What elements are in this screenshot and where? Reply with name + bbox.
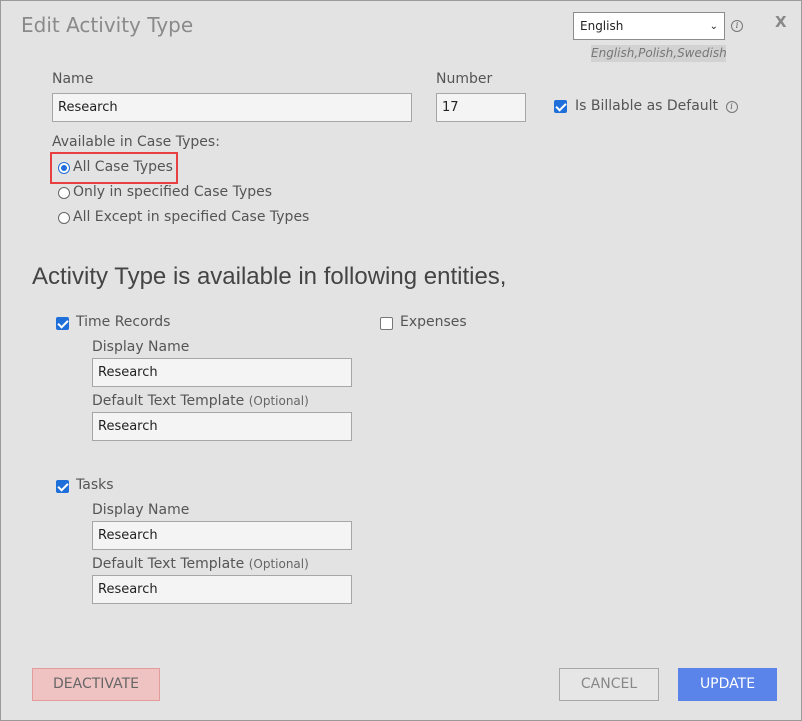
time-records-display-name-label: Display Name bbox=[92, 339, 190, 355]
time-records-template-label: Default Text Template (Optional) bbox=[92, 393, 309, 409]
billable-label: Is Billable as Default i bbox=[575, 98, 738, 114]
time-records-display-name-input[interactable] bbox=[92, 358, 352, 387]
case-types-label: Available in Case Types: bbox=[52, 134, 220, 150]
radio-only-specified-label[interactable]: Only in specified Case Types bbox=[73, 184, 272, 200]
name-input[interactable] bbox=[52, 93, 412, 122]
language-select[interactable]: English ⌄ bbox=[573, 12, 725, 40]
cancel-button[interactable]: CANCEL bbox=[559, 668, 659, 701]
tasks-template-input[interactable] bbox=[92, 575, 352, 604]
time-records-template-input[interactable] bbox=[92, 412, 352, 441]
close-button[interactable]: X bbox=[775, 13, 787, 31]
expenses-label: Expenses bbox=[400, 314, 467, 330]
language-info-icon[interactable]: i bbox=[731, 20, 743, 32]
tasks-template-label-text: Default Text Template bbox=[92, 556, 245, 572]
radio-only-specified[interactable] bbox=[58, 187, 70, 199]
deactivate-button[interactable]: DEACTIVATE bbox=[32, 668, 160, 701]
chevron-down-icon: ⌄ bbox=[709, 20, 718, 32]
tasks-checkbox[interactable] bbox=[56, 480, 69, 493]
number-label: Number bbox=[436, 71, 493, 87]
tasks-optional-text: (Optional) bbox=[248, 557, 309, 571]
tasks-label: Tasks bbox=[76, 477, 114, 493]
radio-all-except[interactable] bbox=[58, 212, 70, 224]
update-button[interactable]: UPDATE bbox=[678, 668, 777, 701]
radio-all-case-types-label[interactable]: All Case Types bbox=[73, 159, 173, 175]
tasks-display-name-input[interactable] bbox=[92, 521, 352, 550]
tasks-display-name-label: Display Name bbox=[92, 502, 190, 518]
expenses-checkbox[interactable] bbox=[380, 317, 393, 330]
available-languages: English,Polish,Swedish bbox=[591, 45, 727, 62]
tasks-template-label: Default Text Template (Optional) bbox=[92, 556, 309, 572]
time-records-template-label-text: Default Text Template bbox=[92, 393, 245, 409]
number-input[interactable] bbox=[436, 93, 526, 122]
time-records-label: Time Records bbox=[76, 314, 171, 330]
radio-all-case-types[interactable] bbox=[58, 162, 70, 174]
edit-activity-type-dialog: Edit Activity Type English ⌄ i X English… bbox=[0, 0, 802, 721]
time-records-optional-text: (Optional) bbox=[248, 394, 309, 408]
radio-all-except-label[interactable]: All Except in specified Case Types bbox=[73, 209, 309, 225]
billable-info-icon[interactable]: i bbox=[725, 101, 738, 113]
dialog-title: Edit Activity Type bbox=[21, 13, 194, 37]
billable-checkbox[interactable] bbox=[554, 100, 567, 113]
entities-heading: Activity Type is available in following … bbox=[32, 263, 507, 290]
time-records-checkbox[interactable] bbox=[56, 317, 69, 330]
name-label: Name bbox=[52, 71, 94, 87]
billable-label-text: Is Billable as Default bbox=[575, 98, 719, 114]
language-select-value: English bbox=[580, 19, 624, 33]
